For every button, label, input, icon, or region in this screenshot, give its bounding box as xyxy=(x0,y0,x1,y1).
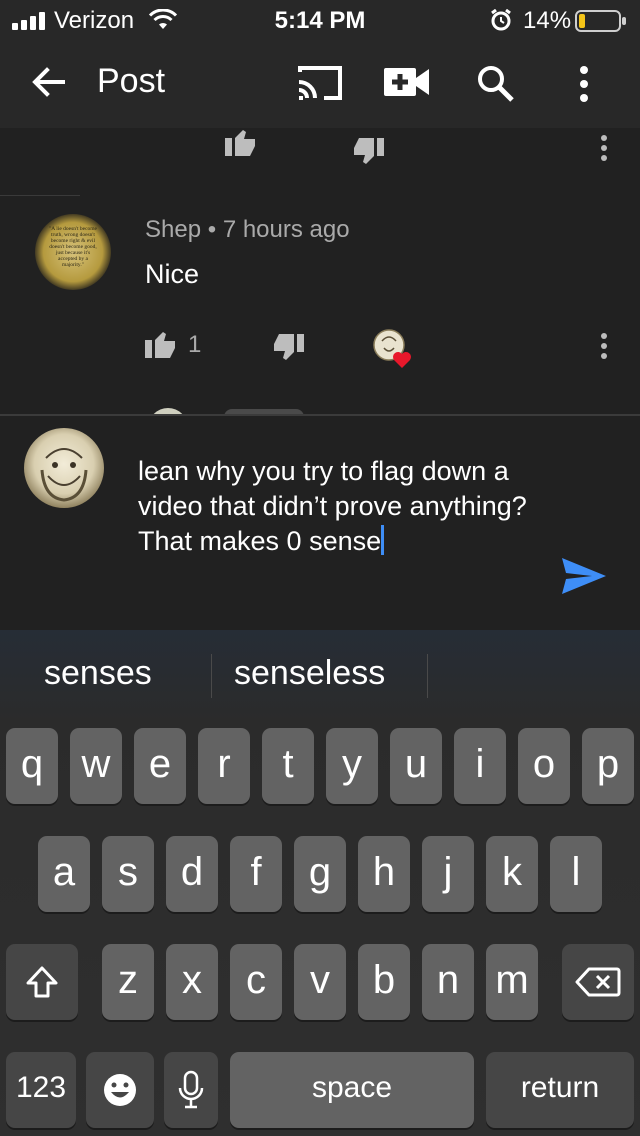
thumbs-down-icon[interactable] xyxy=(272,334,304,362)
key-b[interactable]: b xyxy=(358,944,410,1020)
divider xyxy=(427,654,428,698)
emoji-key[interactable] xyxy=(86,1052,154,1128)
battery-percent: 14% xyxy=(523,7,572,34)
suggestion-bar: senses senseless xyxy=(0,630,640,720)
key-n[interactable]: n xyxy=(422,944,474,1020)
key-i[interactable]: i xyxy=(454,728,506,804)
keyboard: senses senseless q w e r t y u i o p a s… xyxy=(0,630,640,1136)
suggestion-2[interactable]: senseless xyxy=(234,654,385,693)
thumbs-up-icon[interactable] xyxy=(145,330,177,358)
key-w[interactable]: w xyxy=(70,728,122,804)
key-y[interactable]: y xyxy=(326,728,378,804)
comment-composer: lean why you try to flag down a video th… xyxy=(0,416,640,630)
avatar-quote-text: "A lie doesn't become truth, wrong doesn… xyxy=(49,226,97,268)
key-o[interactable]: o xyxy=(518,728,570,804)
more-vert-icon[interactable] xyxy=(574,64,594,104)
dictation-key[interactable] xyxy=(164,1052,218,1128)
key-m[interactable]: m xyxy=(486,944,538,1020)
shift-icon xyxy=(26,966,58,998)
comment-input-text: lean why you try to flag down a video th… xyxy=(138,456,527,556)
backspace-key[interactable] xyxy=(562,944,634,1020)
numbers-key[interactable]: 123 xyxy=(6,1052,76,1128)
key-g[interactable]: g xyxy=(294,836,346,912)
add-video-icon[interactable] xyxy=(384,66,430,98)
backspace-icon xyxy=(575,967,621,997)
key-h[interactable]: h xyxy=(358,836,410,912)
key-c[interactable]: c xyxy=(230,944,282,1020)
space-key[interactable]: space xyxy=(230,1052,474,1128)
key-r[interactable]: r xyxy=(198,728,250,804)
avatar[interactable]: "A lie doesn't become truth, wrong doesn… xyxy=(35,214,111,290)
like-count: 1 xyxy=(188,331,202,358)
battery-icon xyxy=(575,10,626,32)
return-key[interactable]: return xyxy=(486,1052,634,1128)
key-e[interactable]: e xyxy=(134,728,186,804)
app-bar: Post xyxy=(0,40,640,128)
key-d[interactable]: d xyxy=(166,836,218,912)
comments-list: "A lie doesn't become truth, wrong doesn… xyxy=(0,128,640,414)
page-title: Post xyxy=(97,62,166,100)
emoji-icon xyxy=(104,1074,136,1106)
comment-age: 7 hours ago xyxy=(222,216,350,243)
shift-key[interactable] xyxy=(6,944,78,1020)
key-v[interactable]: v xyxy=(294,944,346,1020)
cast-icon[interactable] xyxy=(296,64,344,102)
more-vert-icon[interactable] xyxy=(598,134,610,162)
key-a[interactable]: a xyxy=(38,836,90,912)
key-t[interactable]: t xyxy=(262,728,314,804)
meta-separator: • xyxy=(207,216,223,243)
alarm-icon xyxy=(491,9,511,31)
key-s[interactable]: s xyxy=(102,836,154,912)
key-u[interactable]: u xyxy=(390,728,442,804)
thumbs-up-icon[interactable] xyxy=(225,128,257,156)
status-bar: Verizon 5:14 PM 14% xyxy=(0,0,640,40)
face-sketch-icon xyxy=(40,448,88,502)
key-z[interactable]: z xyxy=(102,944,154,1020)
comment-author[interactable]: Shep xyxy=(145,216,201,243)
divider xyxy=(211,654,212,698)
search-icon[interactable] xyxy=(476,64,516,104)
comment-text: Nice xyxy=(145,259,200,289)
key-k[interactable]: k xyxy=(486,836,538,912)
microphone-icon xyxy=(178,1070,204,1109)
divider xyxy=(0,195,80,196)
text-caret xyxy=(381,525,385,555)
comment-meta: Shep • 7 hours ago xyxy=(145,216,350,244)
creator-heart-icon xyxy=(373,329,411,368)
more-vert-icon[interactable] xyxy=(598,332,610,360)
key-p[interactable]: p xyxy=(582,728,634,804)
key-x[interactable]: x xyxy=(166,944,218,1020)
key-j[interactable]: j xyxy=(422,836,474,912)
avatar xyxy=(24,428,104,508)
key-q[interactable]: q xyxy=(6,728,58,804)
send-icon[interactable] xyxy=(562,558,606,594)
thumbs-down-icon[interactable] xyxy=(352,138,384,166)
comment-input[interactable]: lean why you try to flag down a video th… xyxy=(138,454,538,559)
suggestion-1[interactable]: senses xyxy=(44,654,152,693)
key-f[interactable]: f xyxy=(230,836,282,912)
back-arrow-icon[interactable] xyxy=(30,64,66,100)
key-l[interactable]: l xyxy=(550,836,602,912)
